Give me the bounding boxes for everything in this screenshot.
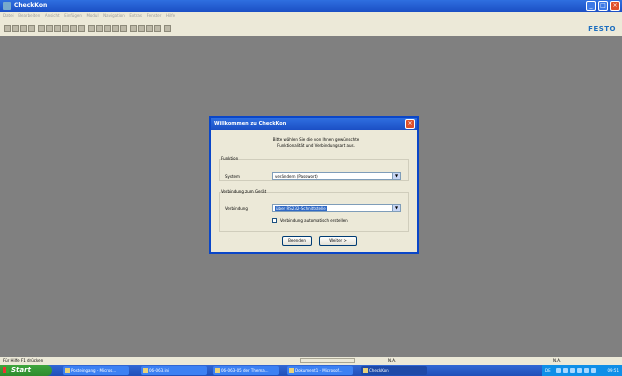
connection-group [219,192,409,232]
print-icon[interactable] [28,25,35,32]
auto-connect-label: Verbindung automatisch erstellen [280,218,348,223]
toolbar-tool-5-icon[interactable] [70,25,77,32]
outlook-icon [65,368,70,373]
toolbar-tool-13-icon[interactable] [138,25,145,32]
toolbar-tool-9-icon[interactable] [104,25,111,32]
tray-icon-5[interactable] [584,368,589,373]
toolbar-tool-11-icon[interactable] [120,25,127,32]
app-title: CheckKon [14,2,48,9]
menu-item-datei[interactable]: Datei [3,13,14,18]
toolbar-tool-1-icon[interactable] [38,25,45,32]
dialog-intro-line-2: Funktionalität und Verbindungsart aus. [277,143,355,148]
system-select-value: verändern (Passwort) [275,174,318,179]
start-button[interactable]: Start [0,365,52,376]
menu-item-fenster[interactable]: Fenster [147,13,162,18]
system-label: System [225,174,240,179]
start-label: Start [11,366,31,374]
toolbar-tool-7-icon[interactable] [88,25,95,32]
toolbar-tool-3-icon[interactable] [54,25,61,32]
taskbar-item-label: Dokument1 - Microsof... [295,368,343,373]
windows-logo-icon [3,367,9,373]
toolbar-tool-15-icon[interactable] [154,25,161,32]
tray-icon-3[interactable] [570,368,575,373]
connection-group-label: Verbindung zum Gerät [221,189,267,194]
toolbar-tool-12-icon[interactable] [130,25,137,32]
tray-icon-6[interactable] [591,368,596,373]
dialog-title: Willkommen zu CheckKon [211,118,417,130]
menu-item-einfuegen[interactable]: Einfügen [64,13,82,18]
dialog-close-button[interactable]: × [405,119,415,129]
connection-label: Verbindung [225,206,248,211]
menu-bar: Datei Bearbeiten Ansicht Einfügen Modul … [0,12,622,22]
word-icon [289,368,294,373]
toolbar-tool-8-icon[interactable] [96,25,103,32]
maximize-button[interactable]: □ [598,1,608,11]
folder-icon [143,368,148,373]
app-icon [3,2,11,10]
menu-item-extras[interactable]: Extras [129,13,142,18]
status-help-text: Für Hilfe F1 drücken [3,358,44,363]
exit-button[interactable]: Beenden [282,236,312,246]
clock: 09:51 [607,368,619,373]
tray-icon-4[interactable] [577,368,582,373]
app-titlebar: CheckKon _ □ × [0,0,622,12]
new-file-icon[interactable] [4,25,11,32]
checkkon-icon [363,368,368,373]
taskbar-item-dokument1[interactable]: Dokument1 - Microsof... [287,366,353,375]
taskbar-item-label: 06-063.ini [149,368,170,373]
menu-item-ansicht[interactable]: Ansicht [45,13,60,18]
menu-item-hilfe[interactable]: Hilfe [166,13,175,18]
system-select[interactable]: verändern (Passwort) ▼ [272,172,401,180]
toolbar-tool-6-icon[interactable] [78,25,85,32]
status-panel-blank [300,358,355,363]
connection-select-value: über RS232-Schnittstelle [275,206,327,211]
auto-connect-checkbox[interactable] [272,218,277,223]
save-icon[interactable] [20,25,27,32]
taskbar-item-label: CheckKon [369,368,389,373]
status-panel-2: N.A. [553,358,562,363]
toolbar-tool-10-icon[interactable] [112,25,119,32]
taskbar-item-label: Posteingang - Micros... [71,368,117,373]
open-folder-icon[interactable] [12,25,19,32]
minimize-button[interactable]: _ [586,1,596,11]
menu-item-modul[interactable]: Modul [86,13,98,18]
taskbar: Start Posteingang - Micros... 06-063.ini… [0,365,622,376]
word-icon [215,368,220,373]
tray-icon-2[interactable] [563,368,568,373]
toolbar: FESTO [0,22,622,37]
welcome-dialog: Willkommen zu CheckKon × Bitte wählen Si… [209,116,419,254]
status-panel-1: N.A. [388,358,397,363]
taskbar-item-checkkon[interactable]: CheckKon [361,366,427,375]
dialog-intro: Bitte wählen Sie die von Ihnen gewünscht… [251,137,381,149]
festo-logo: FESTO [588,25,616,33]
function-group-label: Funktion [221,156,239,161]
language-indicator[interactable]: DE [545,365,551,376]
toolbar-tool-14-icon[interactable] [146,25,153,32]
chevron-down-icon[interactable]: ▼ [392,205,400,211]
taskbar-item-label: 06-063-05 der Thema... [221,368,269,373]
help-pointer-icon[interactable] [164,25,171,32]
menu-item-bearbeiten[interactable]: Bearbeiten [18,13,40,18]
toolbar-tool-2-icon[interactable] [46,25,53,32]
taskbar-item-outlook[interactable]: Posteingang - Micros... [63,366,129,375]
chevron-down-icon[interactable]: ▼ [392,173,400,179]
next-button[interactable]: Weiter > [319,236,357,246]
status-bar: Für Hilfe F1 drücken N.A. N.A. [0,357,622,365]
menu-item-navigation[interactable]: Navigation [103,13,125,18]
taskbar-item-ini[interactable]: 06-063.ini [141,366,207,375]
system-tray: DE 09:51 [542,365,622,376]
taskbar-item-doc-thema[interactable]: 06-063-05 der Thema... [213,366,279,375]
tray-icon-1[interactable] [556,368,561,373]
close-button[interactable]: × [610,1,620,11]
toolbar-tool-4-icon[interactable] [62,25,69,32]
connection-select[interactable]: über RS232-Schnittstelle ▼ [272,204,401,212]
